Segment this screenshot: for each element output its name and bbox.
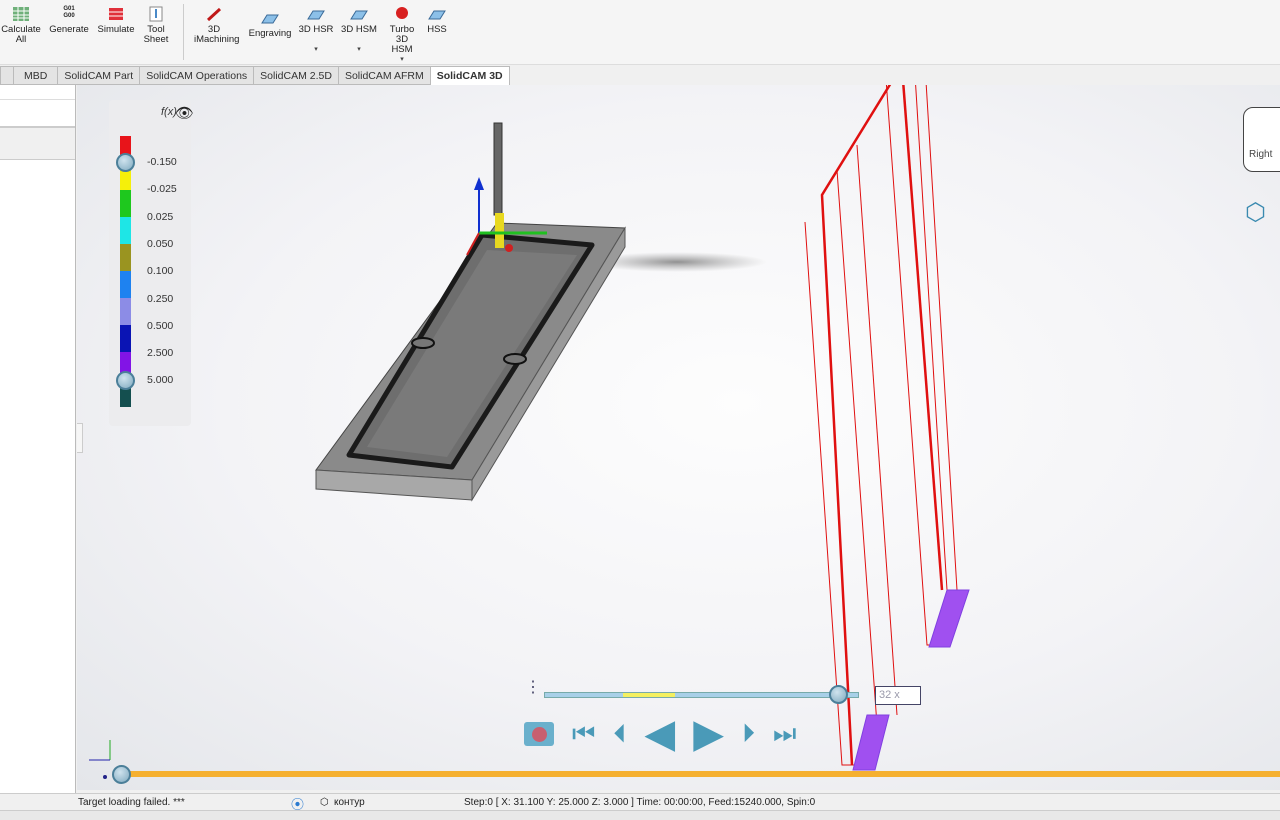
operation-icon: ⬡ — [320, 797, 329, 808]
tool-sheet-button[interactable]: Tool Sheet — [141, 6, 171, 45]
legend-max-handle[interactable] — [116, 371, 135, 390]
dropdown-arrow-icon[interactable]: ▾ — [340, 45, 378, 55]
3d-hsr-button[interactable]: 3D HSR ▾ — [298, 6, 334, 55]
legend-label: -0.025 — [147, 183, 177, 196]
isometric-view-icon[interactable]: ⬡ — [1245, 198, 1266, 227]
legend-swatch — [120, 325, 131, 353]
step-back-button[interactable]: ⏴ — [613, 718, 626, 750]
panel-toolbar — [0, 128, 75, 160]
speed-slider-thumb[interactable] — [829, 685, 849, 704]
simulate-button[interactable]: Simulate — [96, 6, 136, 35]
ribbon-separator — [183, 4, 184, 60]
heads-up-view-toolbar: ⌕ ⌕ ↶ ▥ ✎ ◫▾ ◧▾ ◉▾ ◆ ◆▾ ▭▾ — [568, 85, 789, 86]
tab-solidcam-3d[interactable]: SolidCAM 3D — [430, 66, 510, 85]
legend-label: 5.000 — [147, 374, 174, 387]
speed-field[interactable]: 32 x — [875, 686, 921, 705]
view-settings-icon[interactable]: ▭▾ — [769, 85, 789, 86]
dropdown-arrow-icon[interactable]: ▾ — [298, 45, 334, 55]
ribbon-toolbar: Calculate All G01 G00 Generate Simulate T… — [0, 0, 1280, 65]
legend-min-handle[interactable] — [116, 153, 135, 172]
dropdown-arrow-icon[interactable]: ▾ — [383, 55, 421, 65]
generate-button[interactable]: G01 G00 Generate — [48, 6, 90, 35]
play-forward-button[interactable]: ▶ — [693, 711, 724, 757]
eye-visibility-icon[interactable]: 👁 — [175, 104, 194, 122]
hss-button[interactable]: HSS — [426, 6, 448, 35]
hsm-icon — [350, 10, 368, 20]
legend-label: 2.500 — [147, 347, 174, 360]
legend-swatch — [120, 298, 131, 326]
panel-collapse-handle[interactable] — [77, 423, 83, 453]
playback-controls: ⏮ ⏴ ◀ ▶ ⏵ ⏭ — [524, 711, 796, 757]
speed-slider[interactable] — [544, 685, 859, 704]
bottom-strip — [0, 810, 1280, 820]
calculator-grid-icon — [13, 7, 29, 21]
graphics-viewport[interactable]: ⌕ ⌕ ↶ ▥ ✎ ◫▾ ◧▾ ◉▾ ◆ ◆▾ ▭▾ Right ⬡ ⋮ 32 … — [77, 85, 1280, 790]
speed-slider-highlight — [623, 693, 675, 697]
panel-filter — [0, 100, 75, 128]
gcode-icon: G01 G00 — [63, 6, 75, 19]
calculate-all-button[interactable]: Calculate All — [0, 6, 42, 45]
legend-swatch — [120, 217, 131, 245]
3d-hsm-button[interactable]: 3D HSM ▾ — [340, 6, 378, 55]
dynamic-annotation-icon[interactable]: ✎ — [633, 85, 645, 86]
engraving-button[interactable]: Engraving — [246, 10, 294, 39]
legend-swatch — [120, 244, 131, 272]
command-manager-tabs: MBD SolidCAM Part SolidCAM Operations So… — [0, 66, 510, 85]
tab-solidcam-2-5d[interactable]: SolidCAM 2.5D — [254, 66, 339, 85]
tab-solidcam-afrm[interactable]: SolidCAM AFRM — [338, 66, 431, 85]
display-style-icon[interactable]: ◧▾ — [677, 85, 697, 86]
panel-header — [0, 85, 75, 100]
tab-hidden[interactable] — [0, 66, 14, 85]
view-cube-face-label: Right — [1249, 149, 1273, 160]
play-backward-button[interactable]: ◀ — [644, 711, 675, 757]
toolpath — [804, 85, 970, 771]
operation-name: контур — [334, 797, 365, 808]
legend-swatch — [120, 271, 131, 299]
edit-appearance-icon[interactable]: ◆ — [728, 85, 739, 86]
hss-icon — [428, 10, 446, 20]
triad-axes — [89, 740, 111, 779]
hide-show-items-icon[interactable]: ◉▾ — [703, 85, 722, 86]
workpiece — [315, 222, 626, 502]
legend-label: 0.250 — [147, 292, 174, 305]
legend-label: 0.050 — [147, 237, 174, 250]
zoom-to-fit-icon[interactable]: ⌕ — [568, 85, 576, 86]
legend-swatch — [120, 190, 131, 218]
left-panel — [0, 85, 76, 808]
playback-menu-icon[interactable]: ⋮ — [525, 680, 541, 696]
status-message: Target loading failed. *** — [78, 797, 185, 808]
timeline-thumb[interactable] — [112, 765, 131, 784]
step-forward-button[interactable]: ⏵ — [742, 718, 755, 750]
view-orientation-icon[interactable]: ◫▾ — [650, 85, 670, 86]
timeline-bar[interactable] — [117, 771, 1280, 777]
status-bar: Target loading failed. *** ⦿ ⬡ контур St… — [0, 793, 1280, 812]
tool-sheet-icon — [149, 6, 163, 22]
legend-label: -0.150 — [147, 156, 177, 168]
apply-scene-icon[interactable]: ◆▾ — [745, 85, 763, 86]
record-video-button[interactable] — [524, 722, 554, 746]
tab-solidcam-operations[interactable]: SolidCAM Operations — [140, 66, 255, 85]
simulate-stack-icon — [109, 8, 123, 20]
legend-label: 0.100 — [147, 265, 174, 278]
turbo-hsm-icon — [396, 7, 408, 19]
section-view-icon[interactable]: ▥ — [613, 85, 626, 86]
tab-solidcam-part[interactable]: SolidCAM Part — [58, 66, 141, 85]
zoom-to-area-icon[interactable]: ⌕ — [582, 85, 590, 86]
legend-label: 0.025 — [147, 210, 174, 223]
tab-mbd[interactable]: MBD — [14, 66, 59, 85]
deviation-color-legend: f(x) 👁 -0.150 -0.025 0.025 0.050 0.100 0.250 0… — [109, 100, 194, 426]
view-cube[interactable]: Right — [1243, 107, 1280, 172]
legend-label: 0.500 — [147, 319, 174, 332]
record-icon — [531, 726, 547, 742]
turbo-3d-hsm-button[interactable]: Turbo 3D HSM ▾ — [383, 6, 421, 65]
imachining-icon — [206, 7, 222, 22]
previous-view-icon[interactable]: ↶ — [596, 85, 608, 86]
go-to-end-button[interactable]: ⏭ — [773, 718, 796, 750]
go-to-start-button[interactable]: ⏮ — [572, 718, 595, 750]
hsr-icon — [307, 10, 325, 20]
step-readout: Step:0 [ X: 31.100 Y: 25.000 Z: 3.000 ] … — [464, 797, 816, 808]
3d-imachining-button[interactable]: 3D iMachining — [188, 6, 240, 45]
engraving-icon — [261, 14, 279, 24]
scene — [89, 85, 970, 779]
